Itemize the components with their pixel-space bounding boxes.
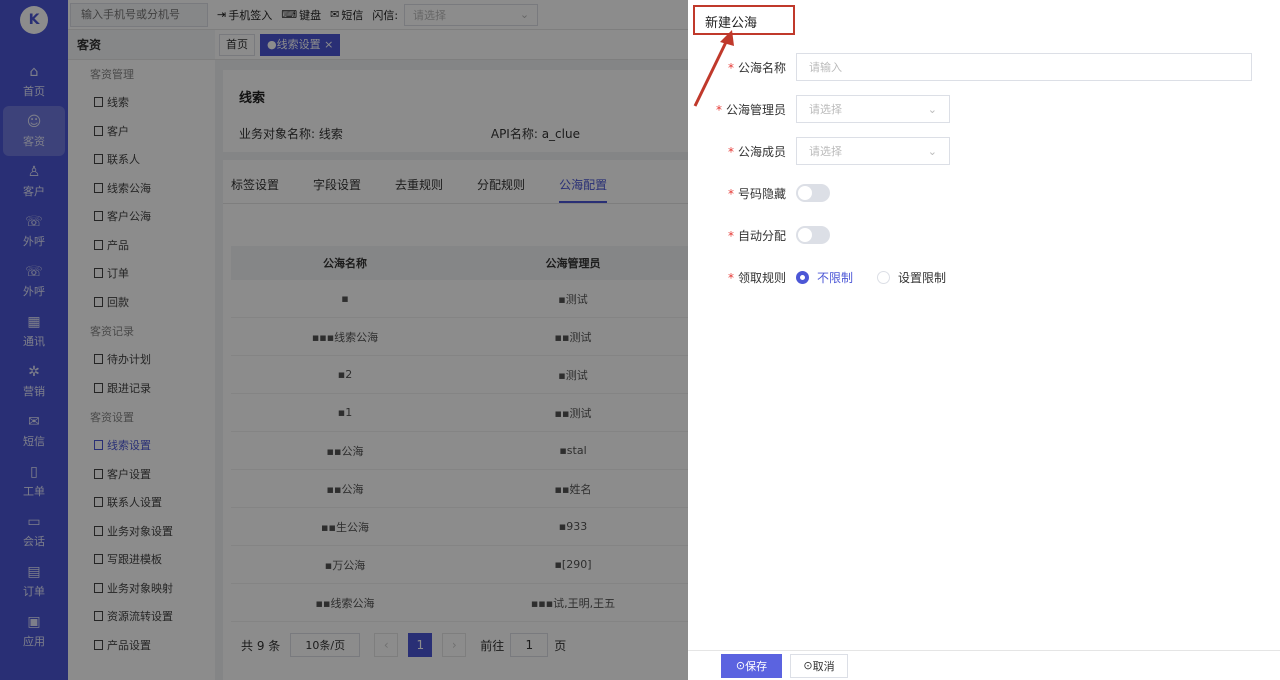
field-label: * 领取规则 xyxy=(727,270,786,285)
new-pool-drawer: 新建公海 * 公海名称 请输入 * 公海管理员 请选择 ⌄ * 公海成员 请选择 ⌄ * 号… xyxy=(688,0,1280,680)
form-row-claim-rule: * 领取规则 不限制 设置限制 xyxy=(688,263,1280,291)
form-row-admin: * 公海管理员 请选择 ⌄ xyxy=(688,95,1280,123)
auto-assign-toggle[interactable] xyxy=(796,226,830,244)
check-circle-icon: ⊙ xyxy=(735,659,746,672)
required-mark: * xyxy=(727,228,734,243)
required-mark: * xyxy=(727,144,734,159)
pool-admin-select[interactable]: 请选择 ⌄ xyxy=(796,95,950,123)
required-mark: * xyxy=(727,270,734,285)
app: K ⌂ 首页 ☺ 客资 ♙ 客户 ☏ 外呼 ☏ 外呼 ▦ 通讯 ✲ 营销 ✉ 短信 ▯ 工单 ▭ 会… xyxy=(0,0,1280,680)
drawer-footer: ⊙ 保存 ⊙ 取消 xyxy=(688,650,1280,680)
form-row-members: * 公海成员 请选择 ⌄ xyxy=(688,137,1280,165)
pool-name-input[interactable]: 请输入 xyxy=(796,53,1252,81)
radio-dot xyxy=(796,270,809,284)
form-row-name: * 公海名称 请输入 xyxy=(688,53,1280,81)
cancel-button[interactable]: ⊙ 取消 xyxy=(790,653,848,678)
rule-unlimited-radio[interactable]: 不限制 xyxy=(796,269,853,286)
field-label: * 公海成员 xyxy=(727,144,786,159)
modal-overlay[interactable] xyxy=(0,0,688,680)
rule-limit-radio[interactable]: 设置限制 xyxy=(877,269,946,286)
radio-dot xyxy=(877,270,891,284)
hide-number-toggle[interactable] xyxy=(796,184,830,202)
field-label: * 号码隐藏 xyxy=(727,186,786,201)
chevron-down-icon: ⌄ xyxy=(927,102,937,116)
required-mark: * xyxy=(727,186,734,201)
pool-members-select[interactable]: 请选择 ⌄ xyxy=(796,137,950,165)
field-label: * 自动分配 xyxy=(727,228,786,243)
form-row-hide-number: * 号码隐藏 xyxy=(688,179,1280,207)
close-circle-icon: ⊙ xyxy=(803,659,813,672)
pool-form: * 公海名称 请输入 * 公海管理员 请选择 ⌄ * 公海成员 请选择 ⌄ * 号码隐藏 *… xyxy=(688,53,1280,305)
save-button[interactable]: ⊙ 保存 xyxy=(721,653,782,678)
annotation-arrow xyxy=(693,30,734,107)
chevron-down-icon: ⌄ xyxy=(927,144,937,158)
form-row-auto-assign: * 自动分配 xyxy=(688,221,1280,249)
